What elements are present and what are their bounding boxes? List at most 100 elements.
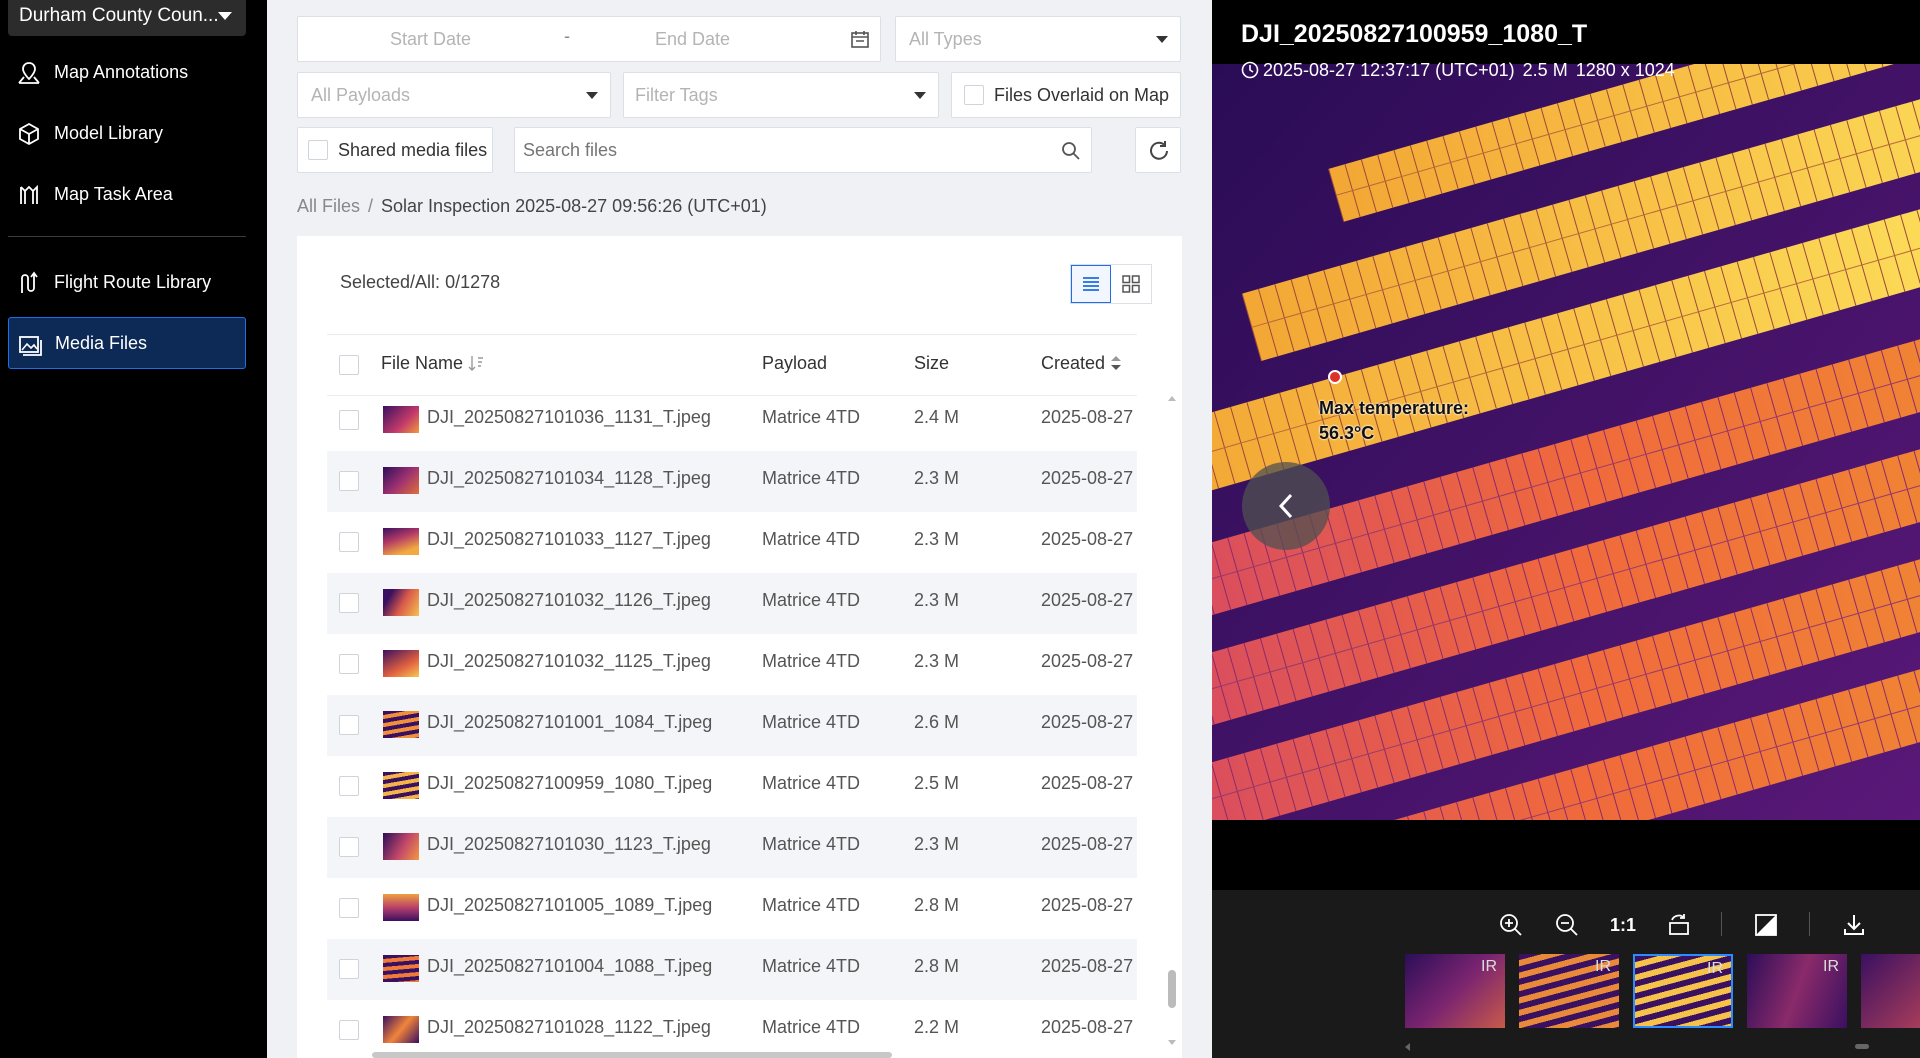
row-checkbox[interactable] xyxy=(339,1020,359,1040)
select-all-checkbox[interactable] xyxy=(339,355,359,375)
date-range-picker[interactable]: Start Date - End Date xyxy=(297,16,881,62)
ir-badge: IR xyxy=(1823,958,1839,975)
row-checkbox[interactable] xyxy=(339,532,359,552)
list-view-button[interactable] xyxy=(1071,265,1112,303)
file-created: 2025-08-27 xyxy=(1041,1017,1134,1037)
search-input[interactable] xyxy=(523,134,1043,166)
search-icon[interactable] xyxy=(1061,141,1081,161)
clock-icon xyxy=(1241,61,1259,79)
type-select[interactable]: All Types xyxy=(895,16,1181,62)
table-row[interactable]: DJI_20250827101034_1128_T.jpeg Matrice 4T… xyxy=(327,451,1137,512)
table-row[interactable]: DJI_20250827100959_1080_T.jpeg Matrice 4T… xyxy=(327,756,1137,817)
file-name[interactable]: DJI_20250827101028_1122_T.jpeg xyxy=(427,1017,711,1038)
file-size: 2.3 M xyxy=(914,529,960,549)
sidebar-item-model-library[interactable]: Model Library xyxy=(8,107,246,159)
view-toggle xyxy=(1070,264,1152,304)
zoom-in-button[interactable] xyxy=(1494,908,1528,942)
selection-count-label: Selected/All: xyxy=(340,272,441,292)
thumbnail-scrollbar[interactable] xyxy=(1405,1042,1920,1051)
tags-select[interactable]: Filter Tags xyxy=(623,72,939,118)
sidebar-item-map-annotations[interactable]: Map Annotations xyxy=(8,46,246,98)
column-created[interactable]: Created xyxy=(1041,353,1122,374)
grid-view-icon xyxy=(1122,275,1140,293)
thumbnail-item[interactable]: IR xyxy=(1633,954,1733,1028)
overlaid-filter[interactable]: Files Overlaid on Map xyxy=(951,72,1181,118)
file-name[interactable]: DJI_20250827101036_1131_T.jpeg xyxy=(427,407,711,428)
overlaid-checkbox[interactable] xyxy=(964,85,984,105)
column-file-name[interactable]: File Name xyxy=(381,353,484,374)
table-row[interactable]: DJI_20250827101004_1088_T.jpeg Matrice 4T… xyxy=(327,939,1137,1000)
start-date-input[interactable]: Start Date xyxy=(390,17,471,61)
row-checkbox[interactable] xyxy=(339,959,359,979)
thumbnail-item[interactable]: IR xyxy=(1405,954,1505,1028)
thumbnail-scroll-thumb[interactable] xyxy=(1855,1044,1869,1049)
file-created: 2025-08-27 xyxy=(1041,651,1134,671)
thermal-image[interactable]: Max temperature: 56.3°C xyxy=(1212,64,1920,820)
rotate-button[interactable] xyxy=(1662,908,1696,942)
table-row[interactable]: DJI_20250827101030_1123_T.jpeg Matrice 4T… xyxy=(327,817,1137,878)
sidebar-item-map-task-area[interactable]: Map Task Area xyxy=(8,168,246,220)
grid-view-button[interactable] xyxy=(1111,265,1151,303)
sidebar-item-media-files[interactable]: Media Files xyxy=(8,317,246,369)
shared-checkbox[interactable] xyxy=(308,140,328,160)
table-row[interactable]: DJI_20250827101036_1131_T.jpeg Matrice 4T… xyxy=(327,396,1137,451)
file-name[interactable]: DJI_20250827101001_1084_T.jpeg xyxy=(427,712,712,733)
table-row[interactable]: DJI_20250827101032_1125_T.jpeg Matrice 4T… xyxy=(327,634,1137,695)
file-name[interactable]: DJI_20250827101034_1128_T.jpeg xyxy=(427,468,711,489)
calendar-icon xyxy=(851,31,869,48)
thumbnail-item[interactable]: IR xyxy=(1861,954,1920,1028)
column-size[interactable]: Size xyxy=(914,353,949,374)
file-name[interactable]: DJI_20250827101033_1127_T.jpeg xyxy=(427,529,711,550)
vertical-scrollbar[interactable] xyxy=(1168,396,1176,1046)
row-checkbox[interactable] xyxy=(339,654,359,674)
map-annotation-icon xyxy=(18,62,40,84)
organization-selector[interactable]: Durham County Coun... xyxy=(8,0,246,36)
file-name[interactable]: DJI_20250827101032_1125_T.jpeg xyxy=(427,651,711,672)
table-row[interactable]: DJI_20250827101001_1084_T.jpeg Matrice 4T… xyxy=(327,695,1137,756)
refresh-button[interactable] xyxy=(1135,127,1181,173)
sidebar-item-flight-route-library[interactable]: Flight Route Library xyxy=(8,256,246,308)
row-checkbox[interactable] xyxy=(339,471,359,491)
end-date-input[interactable]: End Date xyxy=(655,17,730,61)
file-created: 2025-08-27 xyxy=(1041,834,1134,854)
file-name[interactable]: DJI_20250827101004_1088_T.jpeg xyxy=(427,956,712,977)
file-name[interactable]: DJI_20250827100959_1080_T.jpeg xyxy=(427,773,712,794)
file-size: 2.3 M xyxy=(914,468,960,488)
row-checkbox[interactable] xyxy=(339,776,359,796)
thumbnail-item[interactable]: IR xyxy=(1519,954,1619,1028)
zoom-out-button[interactable] xyxy=(1550,908,1584,942)
table-row[interactable]: DJI_20250827101033_1127_T.jpeg Matrice 4T… xyxy=(327,512,1137,573)
download-button[interactable] xyxy=(1837,908,1871,942)
shared-label: Shared media files xyxy=(338,140,488,160)
row-checkbox[interactable] xyxy=(339,410,359,430)
file-thumbnail xyxy=(383,467,419,494)
previous-image-button[interactable] xyxy=(1242,462,1330,550)
rotate-icon xyxy=(1669,914,1689,935)
column-payload[interactable]: Payload xyxy=(762,353,827,374)
table-row[interactable]: DJI_20250827101032_1126_T.jpeg Matrice 4T… xyxy=(327,573,1137,634)
file-name[interactable]: DJI_20250827101030_1123_T.jpeg xyxy=(427,834,711,855)
scroll-up-arrow-icon[interactable] xyxy=(1168,396,1176,401)
file-payload: Matrice 4TD xyxy=(762,895,861,915)
sidebar-item-label: Model Library xyxy=(54,122,164,143)
payload-select[interactable]: All Payloads xyxy=(297,72,611,118)
table-row[interactable]: DJI_20250827101005_1089_T.jpeg Matrice 4T… xyxy=(327,878,1137,939)
row-checkbox[interactable] xyxy=(339,837,359,857)
file-name[interactable]: DJI_20250827101032_1126_T.jpeg xyxy=(427,590,711,611)
row-checkbox[interactable] xyxy=(339,898,359,918)
row-checkbox[interactable] xyxy=(339,593,359,613)
scroll-left-arrow-icon[interactable] xyxy=(1405,1043,1410,1051)
compare-button[interactable] xyxy=(1749,908,1783,942)
table-header: File Name Payload Size Created xyxy=(327,334,1137,396)
row-checkbox[interactable] xyxy=(339,715,359,735)
breadcrumb-root[interactable]: All Files xyxy=(297,196,360,216)
file-size: 2.8 M xyxy=(914,895,960,915)
actual-size-button[interactable]: 1:1 xyxy=(1606,908,1640,942)
file-name[interactable]: DJI_20250827101005_1089_T.jpeg xyxy=(427,895,712,916)
horizontal-scroll-thumb[interactable] xyxy=(372,1052,892,1058)
scroll-thumb[interactable] xyxy=(1168,970,1176,1008)
table-row[interactable]: DJI_20250827101028_1122_T.jpeg Matrice 4T… xyxy=(327,1000,1137,1046)
shared-filter[interactable]: Shared media files xyxy=(297,127,493,173)
scroll-down-arrow-icon[interactable] xyxy=(1168,1040,1176,1045)
thumbnail-item[interactable]: IR xyxy=(1747,954,1847,1028)
